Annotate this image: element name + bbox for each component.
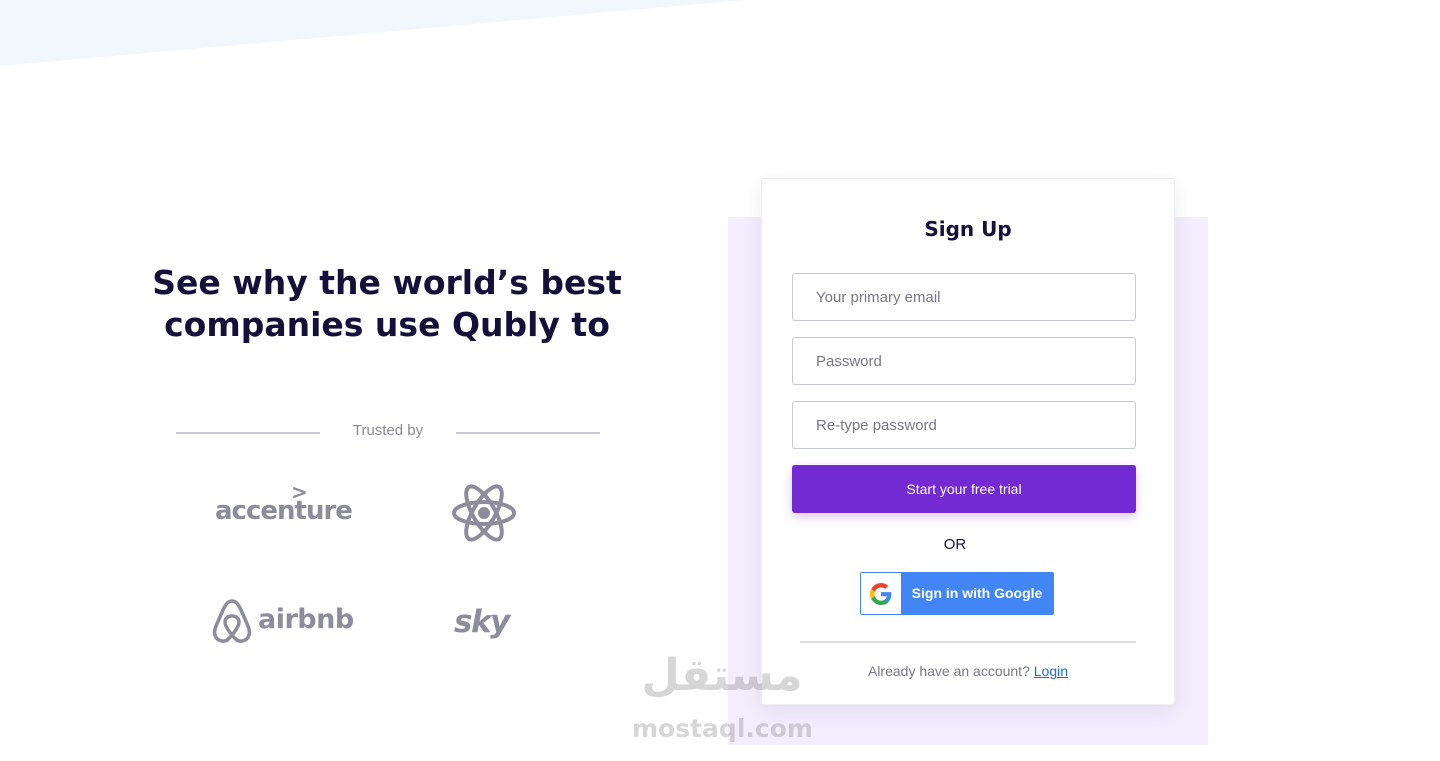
signup-title: Sign Up	[924, 217, 1012, 241]
airbnb-logo: airbnb	[212, 598, 354, 644]
sky-logo: sky	[454, 604, 510, 640]
or-separator: OR	[943, 536, 967, 553]
hero-title-line-1: See why the world’s best	[152, 263, 622, 302]
google-signin-label: Sign in with Google	[911, 585, 1043, 601]
already-have-account-text: Already have an account?	[867, 663, 1030, 679]
start-free-trial-button[interactable]: Start your free trial	[792, 465, 1136, 513]
login-prompt: Already have an account? Login	[762, 663, 1174, 679]
login-link[interactable]: Login	[1034, 663, 1068, 679]
google-signin-button[interactable]: Sign in with Google	[860, 572, 1054, 615]
trusted-by-divider: Trusted by	[176, 420, 600, 446]
mostaql-watermark: مستقل mostaql.com	[632, 650, 813, 745]
password-field[interactable]	[792, 337, 1136, 385]
decorative-top-shape	[0, 0, 745, 66]
watermark-arabic: مستقل	[641, 650, 803, 701]
hero-title: See why the world’s best companies use Q…	[150, 262, 624, 346]
email-field[interactable]	[792, 273, 1136, 321]
react-atom-logo	[452, 484, 516, 542]
google-g-icon	[861, 573, 901, 614]
card-divider	[800, 641, 1136, 643]
hero-title-line-2: companies use Qubly to	[164, 305, 610, 344]
signup-card: Sign Up Start your free trial OR Sign in…	[761, 178, 1175, 705]
trusted-by-label: Trusted by	[352, 422, 424, 439]
accenture-logo: > accenture	[215, 480, 353, 526]
retype-password-field[interactable]	[792, 401, 1136, 449]
trusted-divider-left	[176, 432, 320, 434]
watermark-latin: mostaql.com	[632, 714, 813, 743]
trusted-divider-right	[456, 432, 600, 434]
